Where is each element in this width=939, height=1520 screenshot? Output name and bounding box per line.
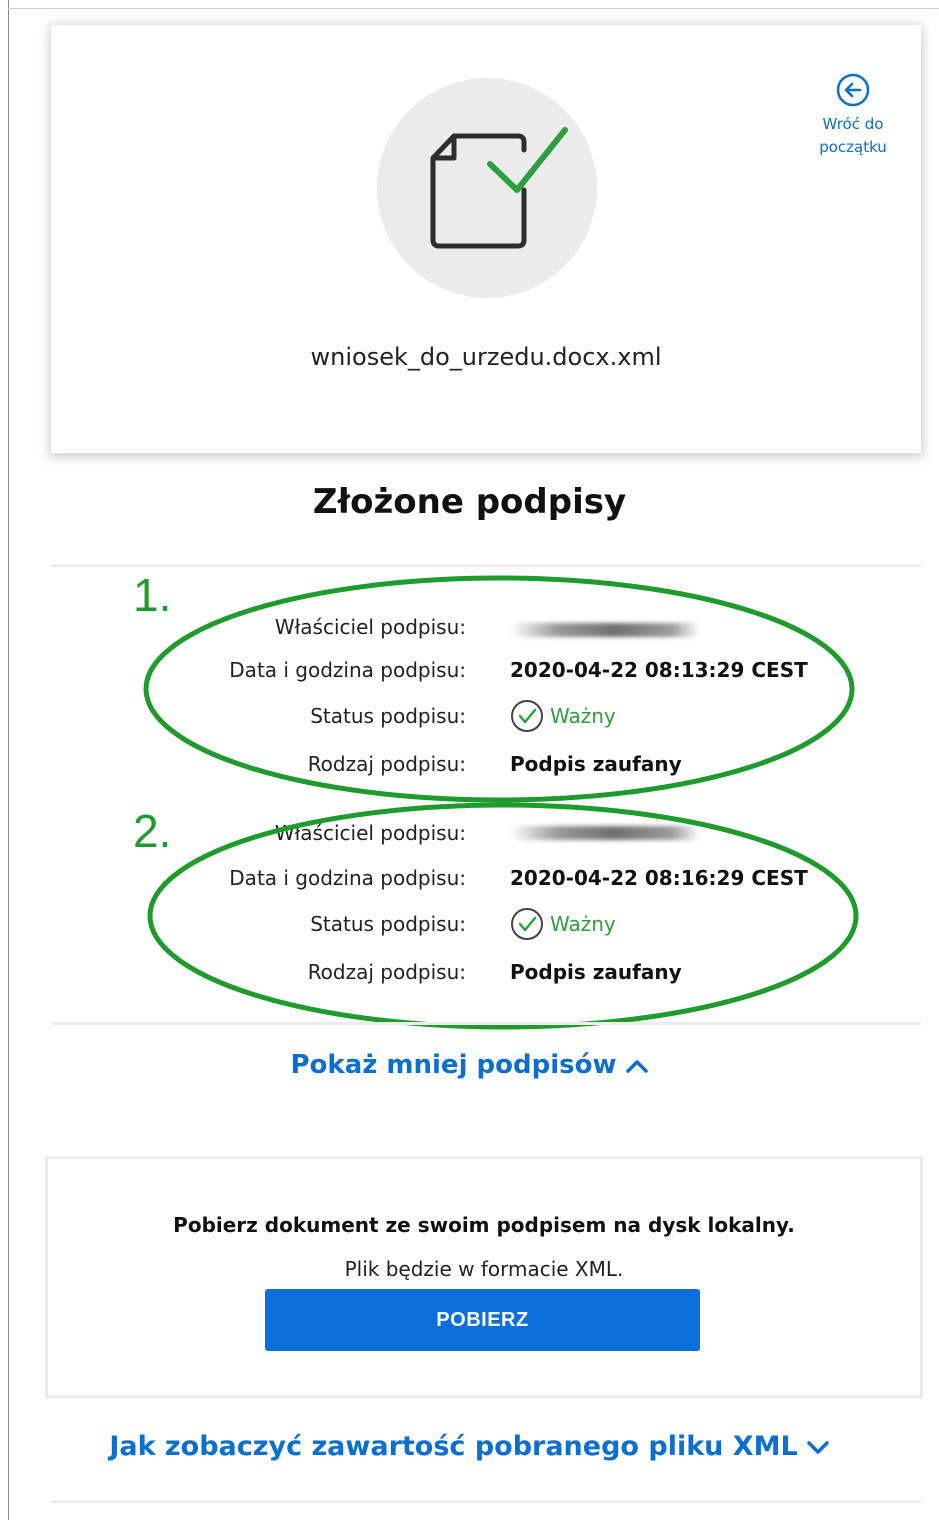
download-button[interactable]: POBIERZ bbox=[265, 1289, 700, 1351]
chevron-up-icon bbox=[625, 1059, 648, 1073]
window-top-border bbox=[8, 8, 939, 9]
type-label: Rodzaj podpisu: bbox=[307, 752, 466, 776]
status-label: Status podpisu: bbox=[310, 912, 466, 936]
document-check-icon bbox=[430, 127, 568, 249]
xml-help-label: Jak zobaczyć zawartość pobranego pliku X… bbox=[109, 1431, 798, 1462]
show-less-label: Pokaż mniej podpisów bbox=[290, 1050, 617, 1080]
arrow-left-circle-icon bbox=[836, 73, 870, 107]
owner-label: Właściciel podpisu: bbox=[274, 821, 466, 845]
signature-type-row: Rodzaj podpisu: Podpis zaufany bbox=[51, 957, 921, 987]
xml-help-link[interactable]: Jak zobaczyć zawartość pobranego pliku X… bbox=[0, 1431, 939, 1462]
owner-name-redacted bbox=[510, 623, 700, 637]
download-subtitle: Plik będzie w formacie XML. bbox=[344, 1257, 624, 1281]
show-less-signatures-link[interactable]: Pokaż mniej podpisów bbox=[0, 1050, 939, 1080]
annotation-number-1: 1. bbox=[133, 569, 172, 621]
status-value: Ważny bbox=[510, 699, 616, 733]
type-value: Podpis zaufany bbox=[510, 752, 682, 776]
owner-name-redacted bbox=[510, 826, 700, 840]
signature-status-row: Status podpisu: Ważny bbox=[51, 907, 921, 941]
signature-owner-row: Właściciel podpisu: bbox=[51, 818, 921, 848]
signature-status-row: Status podpisu: Ważny bbox=[51, 699, 921, 733]
divider-footer bbox=[51, 1500, 921, 1503]
file-name: wniosek_do_urzedu.docx.xml bbox=[310, 343, 662, 371]
type-label: Rodzaj podpisu: bbox=[307, 960, 466, 984]
status-text: Ważny bbox=[550, 912, 616, 936]
owner-label: Właściciel podpisu: bbox=[274, 615, 466, 639]
signature-datetime-row: Data i godzina podpisu: 2020-04-22 08:13… bbox=[51, 655, 921, 685]
annotation-number-2: 2. bbox=[133, 805, 172, 857]
datetime-label: Data i godzina podpisu: bbox=[229, 866, 466, 890]
divider-bottom bbox=[51, 1022, 921, 1025]
back-to-start-link[interactable]: Wróć do początku bbox=[811, 73, 895, 159]
datetime-label: Data i godzina podpisu: bbox=[229, 658, 466, 682]
download-title: Pobierz dokument ze swoim podpisem na dy… bbox=[173, 1213, 795, 1237]
signatures-heading: Złożone podpisy bbox=[312, 482, 627, 522]
status-text: Ważny bbox=[550, 704, 616, 728]
chevron-down-icon bbox=[806, 1440, 829, 1454]
datetime-value: 2020-04-22 08:16:29 CEST bbox=[510, 866, 808, 890]
type-value: Podpis zaufany bbox=[510, 960, 682, 984]
download-box: Pobierz dokument ze swoim podpisem na dy… bbox=[45, 1156, 923, 1398]
signature-owner-row: Właściciel podpisu: bbox=[51, 612, 921, 642]
divider-top bbox=[51, 564, 921, 567]
status-label: Status podpisu: bbox=[310, 704, 466, 728]
status-value: Ważny bbox=[510, 907, 616, 941]
back-link-line1: Wróć do bbox=[822, 115, 884, 133]
datetime-value: 2020-04-22 08:13:29 CEST bbox=[510, 658, 808, 682]
back-link-line2: początku bbox=[819, 138, 887, 156]
signature-datetime-row: Data i godzina podpisu: 2020-04-22 08:16… bbox=[51, 863, 921, 893]
file-card: wniosek_do_urzedu.docx.xml Wróć do począ… bbox=[51, 25, 921, 453]
file-icon-circle bbox=[377, 78, 597, 298]
window-left-border bbox=[8, 0, 9, 1520]
signature-type-row: Rodzaj podpisu: Podpis zaufany bbox=[51, 749, 921, 779]
check-circle-icon bbox=[511, 908, 543, 940]
check-circle-icon bbox=[511, 700, 543, 732]
